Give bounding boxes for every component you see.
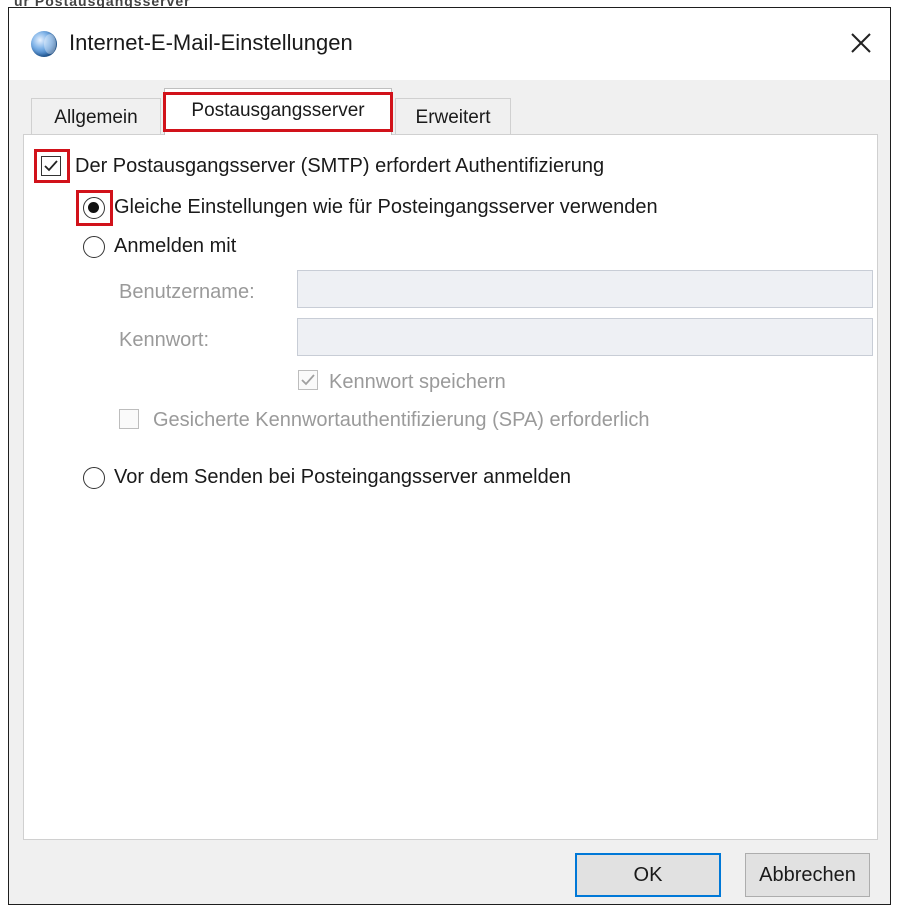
password-field[interactable] — [297, 318, 873, 356]
ok-button[interactable]: OK — [575, 853, 721, 897]
same-settings-label: Gleiche Einstellungen wie für Posteingan… — [114, 196, 658, 218]
radio-selected-dot — [88, 202, 99, 213]
title-bar: Internet-E-Mail-Einstellungen — [9, 8, 890, 80]
tab-label: Allgemein — [54, 107, 138, 128]
username-label: Benutzername: — [119, 281, 255, 303]
globe-icon — [31, 31, 57, 57]
close-icon — [851, 33, 871, 53]
remember-password-checkbox[interactable] — [298, 370, 318, 390]
smtp-auth-checkbox[interactable] — [41, 156, 61, 176]
internet-email-settings-dialog: Internet-E-Mail-Einstellungen Allgemein … — [8, 7, 891, 905]
remember-password-label: Kennwort speichern — [329, 371, 506, 393]
spa-checkbox[interactable] — [119, 409, 139, 429]
tab-postausgangsserver[interactable]: Postausgangsserver — [164, 88, 392, 135]
tab-label: Erweitert — [415, 107, 491, 128]
username-field[interactable] — [297, 270, 873, 308]
checkmark-icon — [44, 160, 58, 172]
tab-erweitert[interactable]: Erweitert — [395, 98, 511, 134]
cancel-button[interactable]: Abbrechen — [745, 853, 870, 897]
same-settings-radio[interactable] — [83, 197, 105, 219]
close-button[interactable] — [844, 26, 878, 60]
background-bottom-strip — [0, 905, 902, 915]
tab-allgemein[interactable]: Allgemein — [31, 98, 161, 134]
login-before-send-radio[interactable] — [83, 467, 105, 489]
spa-label: Gesicherte Kennwortauthentifizierung (SP… — [153, 409, 650, 431]
checkmark-icon — [301, 374, 315, 386]
login-with-radio[interactable] — [83, 236, 105, 258]
smtp-auth-label: Der Postausgangsserver (SMTP) erfordert … — [75, 155, 605, 177]
login-with-label: Anmelden mit — [114, 235, 237, 257]
login-before-send-label: Vor dem Senden bei Posteingangsserver an… — [114, 466, 571, 488]
dialog-title: Internet-E-Mail-Einstellungen — [69, 30, 353, 55]
password-label: Kennwort: — [119, 329, 210, 351]
tab-label: Postausgangsserver — [191, 100, 365, 121]
